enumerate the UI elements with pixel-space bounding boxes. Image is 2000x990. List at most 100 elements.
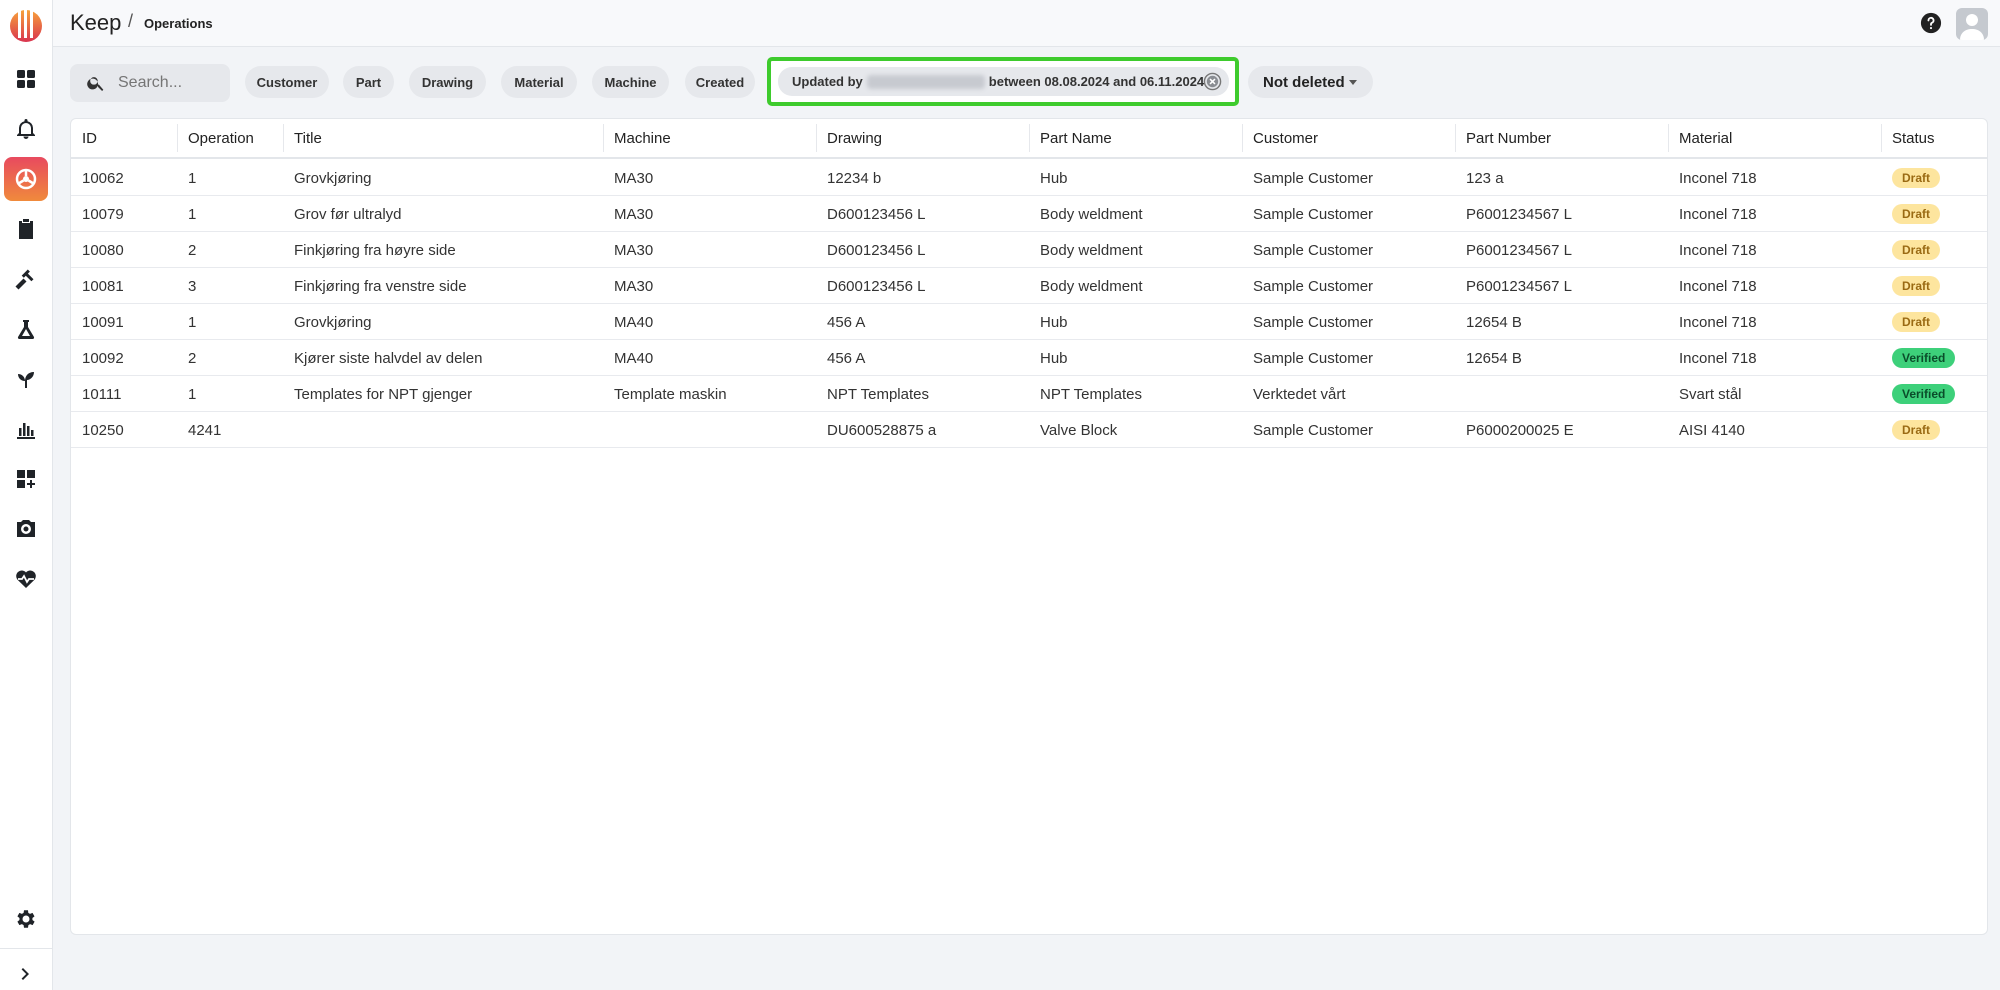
- active-filter-chip[interactable]: Updated by between 08.08.2024 and 06.11.…: [778, 67, 1229, 96]
- app-brand[interactable]: Keep: [70, 10, 121, 36]
- column-header-part-number[interactable]: Part Number: [1466, 130, 1551, 148]
- column-divider: [1881, 124, 1882, 152]
- cell-part-number: 12654 B: [1466, 350, 1522, 367]
- active-filter-suffix: between 08.08.2024 and 06.11.2024: [988, 74, 1205, 89]
- column-header-customer[interactable]: Customer: [1253, 130, 1318, 148]
- avatar[interactable]: [1956, 8, 1988, 40]
- deleted-status-dropdown[interactable]: Not deleted: [1248, 66, 1373, 98]
- status-badge: Verified: [1892, 384, 1956, 404]
- cell-part-number: 123 a: [1466, 170, 1504, 187]
- keep-logo[interactable]: [7, 4, 45, 44]
- filter-chip-part[interactable]: Part: [343, 66, 394, 98]
- column-divider: [283, 124, 284, 152]
- heart-pulse-icon[interactable]: [4, 557, 48, 601]
- tools-icon[interactable]: [4, 257, 48, 301]
- help-icon[interactable]: [1920, 12, 1942, 34]
- column-header-machine[interactable]: Machine: [614, 130, 671, 148]
- cell-title: Grov før ultralyd: [294, 206, 402, 223]
- deleted-status-value: Not deleted: [1263, 73, 1345, 91]
- column-divider: [1029, 124, 1030, 152]
- cell-drawing: 456 A: [827, 314, 866, 331]
- clipboard-icon[interactable]: [4, 207, 48, 251]
- table-row[interactable]: 10250 4241 DU600528875 a Valve Block Sample …: [71, 412, 1987, 448]
- cell-customer: Sample Customer: [1253, 242, 1374, 259]
- sidebar-divider: [0, 948, 53, 949]
- cell-drawing: D600123456 L: [827, 206, 926, 223]
- status-badge: Draft: [1892, 276, 1941, 296]
- cell-part-name: Valve Block: [1040, 422, 1118, 439]
- search-icon: [87, 77, 104, 91]
- sprout-icon[interactable]: [4, 357, 48, 401]
- add-widget-icon[interactable]: [4, 457, 48, 501]
- filter-chip-material[interactable]: Material: [501, 66, 577, 98]
- cell-customer: Sample Customer: [1253, 278, 1374, 295]
- sidebar: [0, 0, 53, 990]
- table-row[interactable]: 10079 1 Grov før ultralyd MA30 D600123456 L B…: [71, 196, 1987, 232]
- column-divider: [177, 124, 178, 152]
- cell-operation: 2: [188, 350, 197, 367]
- table-row[interactable]: 10080 2 Finkjøring fra høyre side MA30 D6001…: [71, 232, 1987, 268]
- cell-operation: 2: [188, 242, 197, 259]
- operations-icon[interactable]: [4, 157, 48, 201]
- table-row[interactable]: 10092 2 Kjører siste halvdel av delen MA40 4…: [71, 340, 1987, 376]
- cell-part-number: P6001234567 L: [1466, 206, 1572, 223]
- cell-customer: Sample Customer: [1253, 422, 1374, 439]
- table-header: ID Operation Title Machine Drawing Part …: [71, 119, 1987, 159]
- cell-part-name: Body weldment: [1040, 206, 1143, 223]
- column-header-id[interactable]: ID: [82, 130, 97, 148]
- cell-part-number: P6001234567 L: [1466, 278, 1572, 295]
- column-header-operation[interactable]: Operation: [188, 130, 254, 148]
- column-header-status[interactable]: Status: [1892, 130, 1935, 148]
- bell-icon[interactable]: [4, 107, 48, 151]
- cell-machine: MA30: [614, 242, 654, 259]
- cell-customer: Sample Customer: [1253, 206, 1374, 223]
- column-divider: [816, 124, 817, 152]
- redacted-user-name: [866, 74, 985, 89]
- cell-title: Kjører siste halvdel av delen: [294, 350, 483, 367]
- cell-machine: MA30: [614, 278, 654, 295]
- cell-material: Inconel 718: [1679, 278, 1757, 295]
- table-row[interactable]: 10081 3 Finkjøring fra venstre side MA30 D60…: [71, 268, 1987, 304]
- camera-icon[interactable]: [4, 507, 48, 551]
- gear-icon[interactable]: [4, 897, 48, 941]
- dashboard-icon[interactable]: [4, 57, 48, 101]
- cell-id: 10081: [82, 278, 124, 295]
- filter-chip-machine[interactable]: Machine: [592, 66, 669, 98]
- status-badge: Draft: [1892, 204, 1941, 224]
- cell-customer: Sample Customer: [1253, 170, 1374, 187]
- top-bar: Keep / Operations: [53, 0, 2000, 47]
- table-row[interactable]: 10111 1 Templates for NPT gjenger Template …: [71, 376, 1987, 412]
- cell-material: AISI 4140: [1679, 422, 1745, 439]
- column-header-title[interactable]: Title: [294, 130, 322, 148]
- cell-part-number: 12654 B: [1466, 314, 1522, 331]
- cell-operation: 1: [188, 386, 197, 403]
- status-badge: Draft: [1892, 168, 1941, 188]
- cell-customer: Verktedet vårt: [1253, 386, 1346, 403]
- column-header-part-name[interactable]: Part Name: [1040, 130, 1112, 148]
- column-header-material[interactable]: Material: [1679, 130, 1732, 148]
- breadcrumb[interactable]: Operations: [144, 16, 213, 31]
- cell-id: 10079: [82, 206, 124, 223]
- column-divider: [1242, 124, 1243, 152]
- column-divider: [1455, 124, 1456, 152]
- filter-chip-drawing[interactable]: Drawing: [409, 66, 486, 98]
- cell-operation: 3: [188, 278, 197, 295]
- table-row[interactable]: 10062 1 Grovkjøring MA30 12234 b Hub Sample Cu…: [71, 160, 1987, 196]
- cell-id: 10091: [82, 314, 124, 331]
- close-icon[interactable]: [1203, 72, 1222, 91]
- chevron-right-icon[interactable]: [4, 952, 48, 990]
- flask-icon[interactable]: [4, 307, 48, 351]
- filter-chip-created[interactable]: Created: [685, 66, 755, 98]
- filter-chip-customer[interactable]: Customer: [245, 66, 329, 98]
- cell-part-name: Hub: [1040, 350, 1068, 367]
- table-row[interactable]: 10091 1 Grovkjøring MA40 456 A Hub Sample Cust…: [71, 304, 1987, 340]
- column-header-drawing[interactable]: Drawing: [827, 130, 882, 148]
- active-filter-highlight: Updated by between 08.08.2024 and 06.11.…: [767, 57, 1239, 106]
- cell-drawing: DU600528875 a: [827, 422, 937, 439]
- search-input[interactable]: [118, 73, 218, 93]
- chart-icon[interactable]: [4, 407, 48, 451]
- search-box[interactable]: [70, 64, 230, 102]
- cell-machine: MA40: [614, 350, 654, 367]
- caret-down-icon: [1349, 80, 1357, 85]
- cell-material: Inconel 718: [1679, 206, 1757, 223]
